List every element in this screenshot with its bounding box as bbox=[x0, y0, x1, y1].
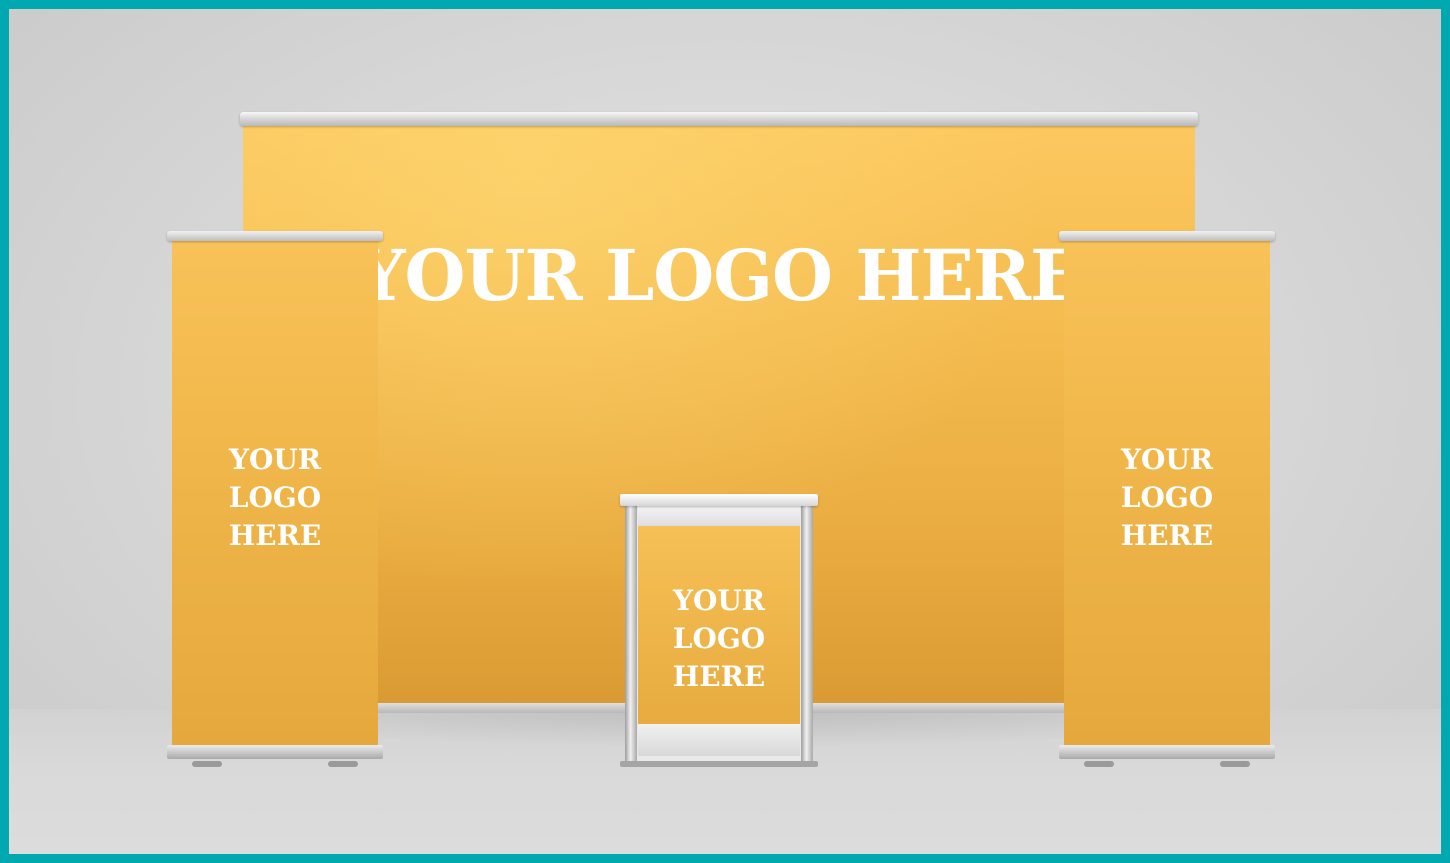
right-banner-logo-line: YOUR bbox=[1120, 443, 1214, 476]
right-banner-logo: YOUR LOGO HERE bbox=[1059, 441, 1275, 555]
left-banner-base bbox=[167, 745, 383, 759]
counter-top-band bbox=[638, 506, 800, 526]
backdrop-top-bar bbox=[240, 112, 1198, 126]
right-banner-logo-line: LOGO bbox=[1120, 481, 1214, 514]
counter-logo-line: LOGO bbox=[672, 622, 766, 655]
right-banner-base bbox=[1059, 745, 1275, 759]
left-banner-logo-line: LOGO bbox=[228, 481, 322, 514]
left-banner-foot bbox=[192, 761, 222, 767]
counter-plinth bbox=[620, 761, 818, 767]
right-banner-top-bar bbox=[1059, 231, 1275, 241]
right-banner-logo-line: HERE bbox=[1120, 519, 1214, 552]
left-banner-logo-line: YOUR bbox=[228, 443, 322, 476]
image-frame: YOUR LOGO HERE YOUR LOGO HERE YOUR LOGO bbox=[0, 0, 1450, 863]
counter-logo-line: YOUR bbox=[672, 584, 766, 617]
left-banner-foot bbox=[328, 761, 358, 767]
left-banner-top-bar bbox=[167, 231, 383, 241]
right-rollup-banner: YOUR LOGO HERE bbox=[1059, 231, 1275, 767]
counter-bottom-band bbox=[638, 724, 800, 756]
left-rollup-banner: YOUR LOGO HERE bbox=[167, 231, 383, 767]
counter-logo-line: HERE bbox=[672, 660, 766, 693]
backdrop-logo-text: YOUR LOGO HERE bbox=[355, 234, 1084, 317]
right-banner-foot bbox=[1084, 761, 1114, 767]
counter-logo: YOUR LOGO HERE bbox=[620, 582, 818, 696]
counter-lid bbox=[620, 494, 818, 506]
right-banner-foot bbox=[1220, 761, 1250, 767]
left-banner-logo-line: HERE bbox=[228, 519, 322, 552]
promo-counter: YOUR LOGO HERE bbox=[620, 494, 818, 767]
left-banner-logo: YOUR LOGO HERE bbox=[167, 441, 383, 555]
exhibition-scene: YOUR LOGO HERE YOUR LOGO HERE YOUR LOGO bbox=[9, 9, 1441, 854]
